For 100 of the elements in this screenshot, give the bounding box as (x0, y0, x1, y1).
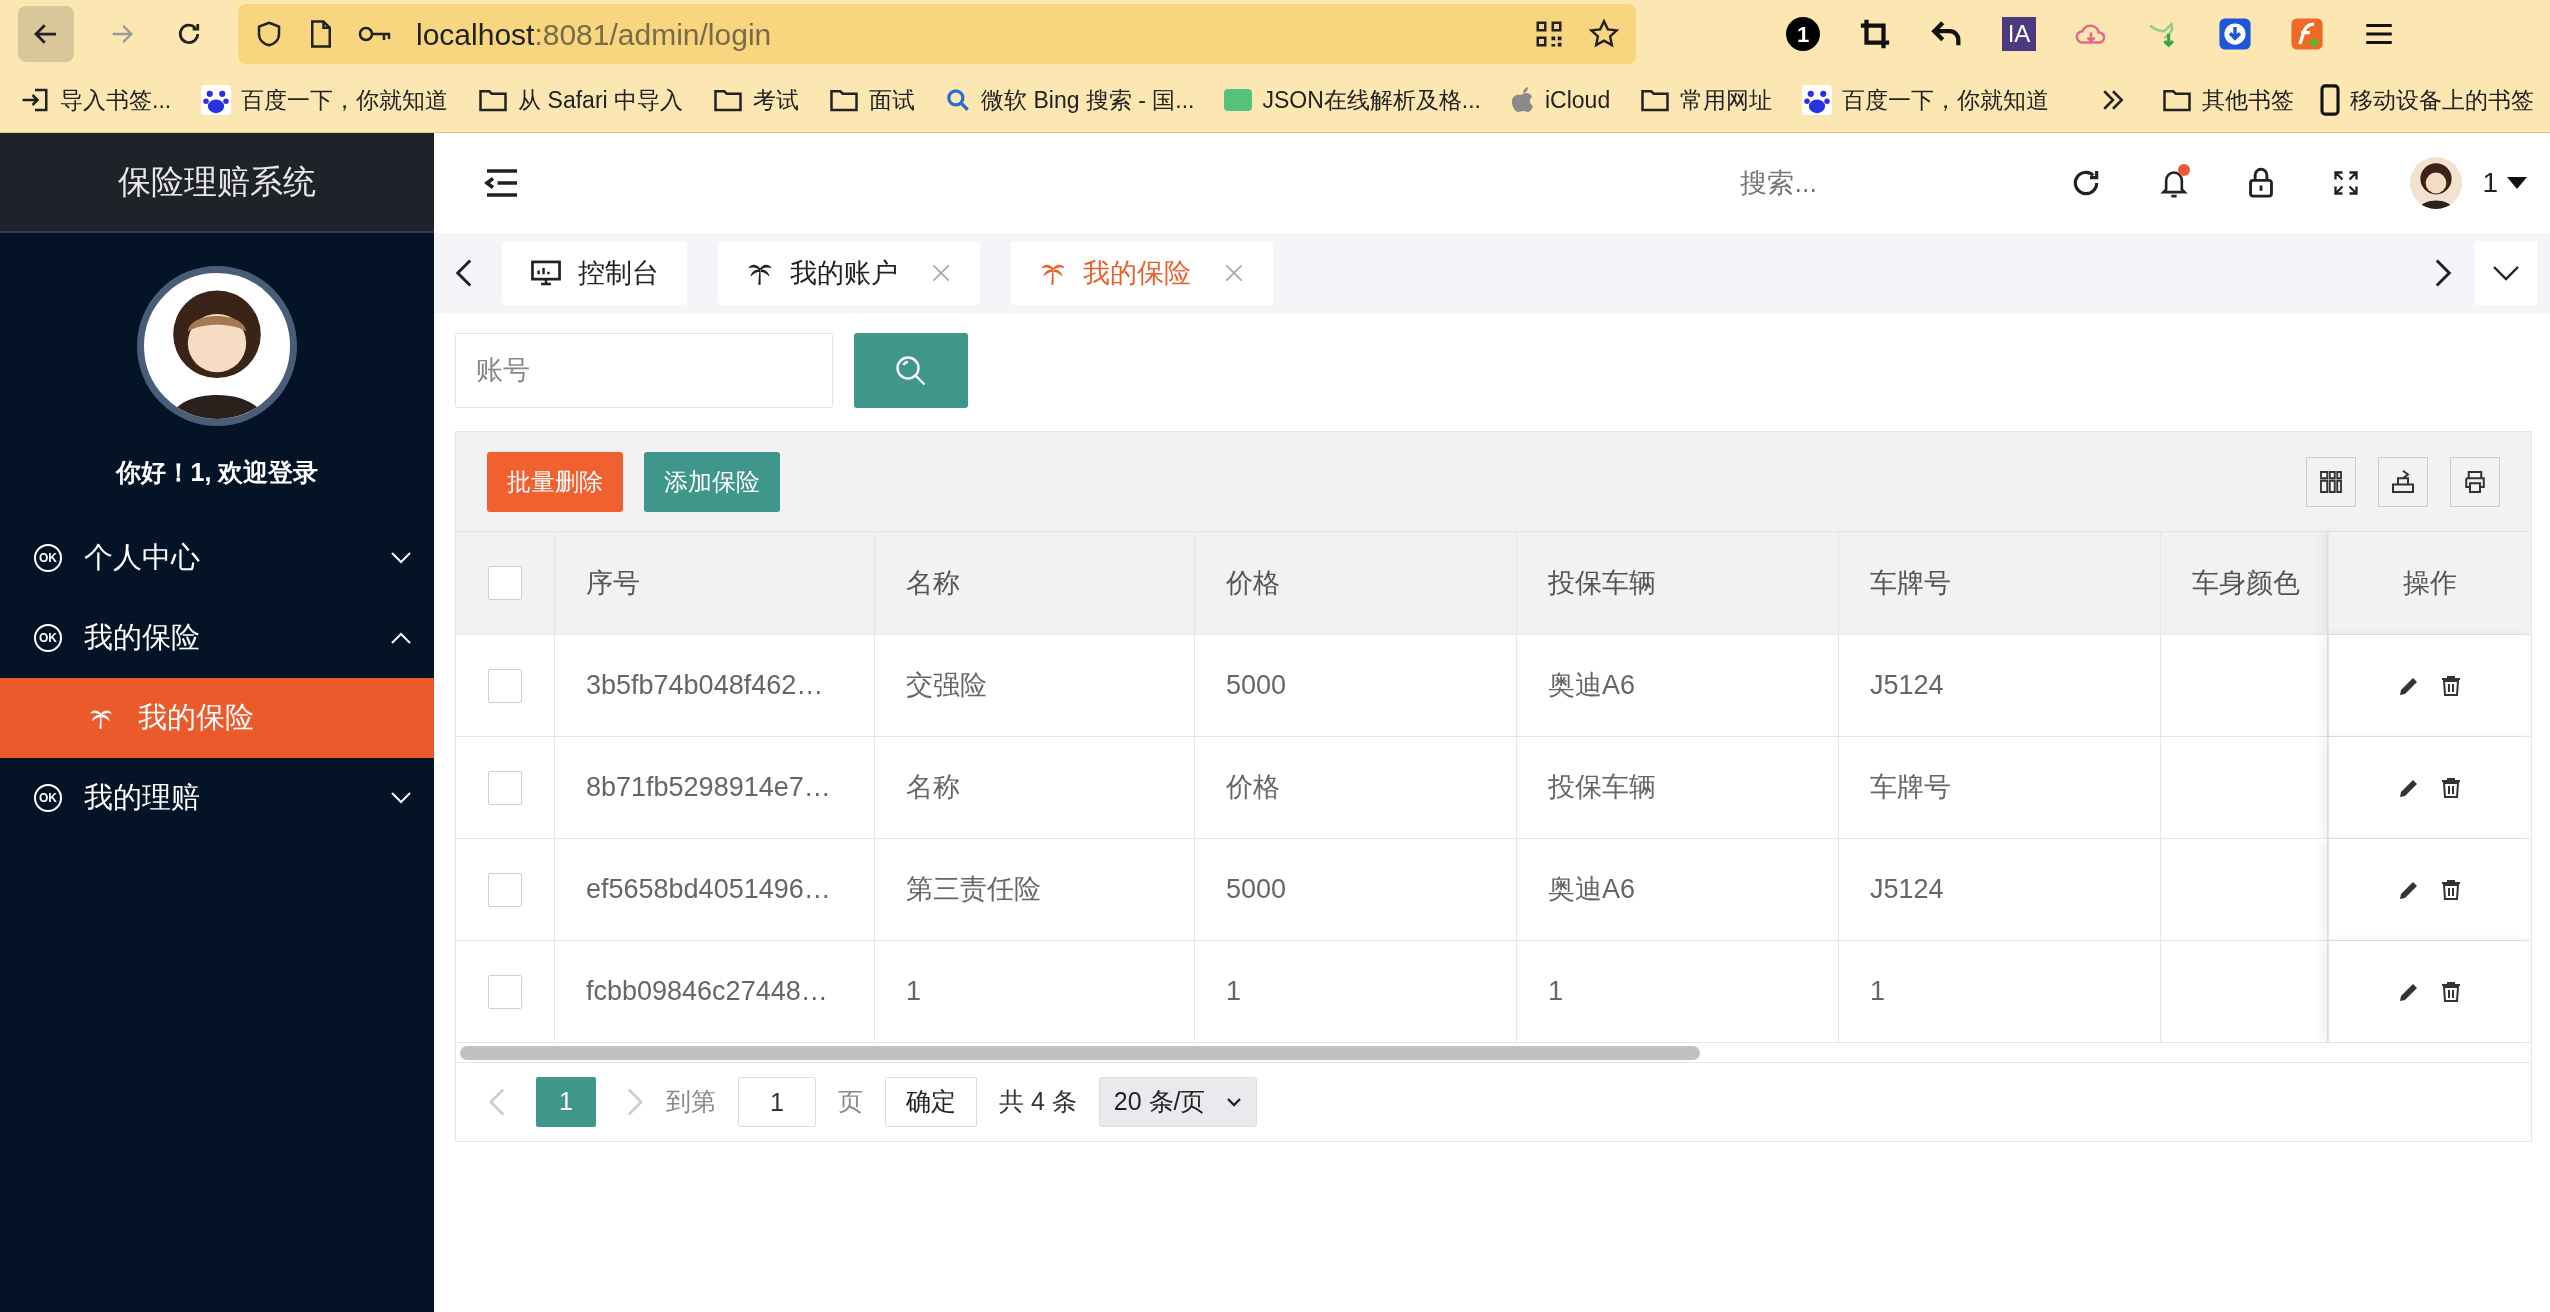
chevron-down-icon (390, 790, 412, 805)
page-icon (308, 19, 334, 49)
bookmark-link[interactable]: 移动设备上的书签 (2350, 82, 2534, 118)
table-cell-text: 1 (1226, 975, 1242, 1009)
folder-icon (713, 87, 744, 113)
user-menu[interactable]: 1 (2482, 162, 2528, 204)
column-header: 车牌号 (1870, 566, 1951, 600)
scrollbar-thumb[interactable] (460, 1045, 1700, 1060)
column-header: 车身颜色 (2192, 566, 2300, 600)
bookmark-link[interactable]: 从 Safari 中导入 (518, 82, 684, 118)
table-cell-text: 奥迪A6 (1548, 873, 1636, 907)
confirm-button[interactable]: 确定 (885, 1077, 977, 1127)
menu-item[interactable]: OK 我的保险 (0, 597, 434, 678)
back-button[interactable] (18, 6, 74, 62)
checkbox[interactable] (488, 872, 522, 907)
checkbox[interactable] (488, 974, 522, 1009)
app-title: 保险理赔系统 (118, 162, 316, 203)
menu-badge: OK (34, 543, 62, 572)
table-cell-text: 名称 (906, 771, 960, 805)
menu-item[interactable]: OK 个人中心 (0, 517, 434, 598)
table-cell-text: 交强险 (906, 669, 987, 703)
bookmark-link[interactable]: 微软 Bing 搜索 - 国... (981, 82, 1195, 118)
page-input[interactable]: 1 (738, 1077, 816, 1127)
table-cell-text: 5000 (1226, 873, 1287, 907)
chevron-down-icon (1225, 1097, 1242, 1107)
table-cell-text: 价格 (1226, 771, 1280, 805)
tab[interactable]: 控制台 (502, 241, 687, 305)
table-cell-text: fcbb09846c27448… (586, 975, 828, 1009)
flash-icon[interactable] (2290, 17, 2324, 51)
page-unit-label: 页 (838, 1086, 863, 1118)
fullscreen-icon[interactable] (2332, 169, 2361, 197)
column-header: 投保车辆 (1548, 566, 1656, 600)
search-button[interactable] (854, 333, 968, 408)
print-button[interactable] (2450, 456, 2500, 507)
chevron-down-icon (2492, 265, 2520, 281)
column-header: 名称 (906, 566, 960, 600)
account-field[interactable]: 账号 (455, 333, 833, 408)
bookmark-link[interactable]: 导入书签... (60, 82, 172, 118)
phone-icon (2320, 84, 2340, 116)
download-icon[interactable] (2218, 17, 2252, 51)
table-cell-text: 1 (906, 975, 922, 1009)
delete-icon[interactable] (2439, 775, 2463, 800)
monitor-icon (530, 259, 562, 287)
star-icon[interactable] (1588, 18, 1620, 50)
address-bar[interactable]: localhost:8081/admin/login (238, 4, 1636, 64)
table-cell-text: ef5658bd4051496… (586, 873, 831, 907)
menu-badge: OK (34, 623, 62, 652)
checkbox[interactable] (488, 668, 522, 703)
url-text[interactable]: localhost:8081/admin/login (416, 11, 772, 57)
bookmark-link[interactable]: iCloud (1545, 82, 1611, 118)
checkbox[interactable] (488, 566, 522, 600)
column-header: 操作 (2403, 566, 2457, 600)
search-field[interactable]: 搜索... (1740, 162, 1921, 204)
paw-icon (1802, 85, 1833, 115)
delete-icon[interactable] (2439, 979, 2463, 1004)
goto-label: 到第 (666, 1086, 716, 1118)
crop-icon[interactable] (1858, 17, 1892, 51)
table-cell-text: 奥迪A6 (1548, 669, 1636, 703)
welcome-text: 你好！1, 欢迎登录 (114, 457, 320, 488)
bookmark-link[interactable]: 常用网址 (1680, 82, 1773, 118)
table-cell-text: 5000 (1226, 669, 1287, 703)
menu-item[interactable]: OK 我的理赔 (0, 757, 434, 838)
bookmark-link[interactable]: 百度一下，你就知道 (1842, 82, 2050, 118)
chevron-up-icon (390, 630, 412, 645)
delete-icon[interactable] (2439, 673, 2463, 698)
chevron-down-icon (390, 550, 412, 565)
caret-down-icon (2506, 176, 2528, 190)
page-size-select[interactable]: 20 条/页 (1098, 1077, 1257, 1127)
delete-icon[interactable] (2439, 877, 2463, 902)
table-cell-text: 投保车辆 (1548, 771, 1656, 805)
bookmark-link[interactable]: 其他书签 (2202, 82, 2294, 118)
submenu-item[interactable]: 我的保险 (0, 677, 434, 758)
folder-icon (478, 87, 509, 113)
user-avatar (2410, 157, 2463, 209)
bell-button[interactable] (2158, 166, 2191, 200)
checkbox[interactable] (488, 770, 522, 805)
columns-button[interactable] (2306, 456, 2356, 507)
bookmark-link[interactable]: JSON在线解析及格... (1262, 82, 1481, 118)
chevron-right-icon[interactable] (2433, 258, 2453, 288)
search-icon (945, 87, 972, 113)
column-header: 序号 (586, 566, 640, 600)
table-cell-text: J5124 (1870, 873, 1944, 907)
action-button[interactable]: 添加保险 (644, 451, 780, 512)
bookmark-link[interactable]: 面试 (869, 82, 916, 118)
table-cell-text: 3b5fb74b048f462… (586, 669, 824, 703)
apple-icon (1511, 86, 1535, 114)
import-icon (20, 86, 50, 114)
table-cell-text: 1 (1870, 975, 1886, 1009)
folder-icon (1640, 87, 1671, 113)
bookmark-link[interactable]: 百度一下，你就知道 (241, 82, 449, 118)
qr-code-icon[interactable] (1534, 19, 1564, 49)
page-button[interactable]: 1 (536, 1077, 596, 1127)
chevron-left-icon[interactable] (454, 258, 474, 288)
total-count: 共 4 条 (999, 1086, 1077, 1118)
tab[interactable]: 我的账户 (718, 241, 980, 305)
menu-fold-icon[interactable] (484, 168, 520, 198)
extension-label[interactable]: IA (2002, 17, 2036, 51)
bookmark-link[interactable]: 考试 (753, 82, 800, 118)
export-button[interactable] (2378, 456, 2428, 507)
extension-badge[interactable]: 1 (1786, 17, 1820, 51)
